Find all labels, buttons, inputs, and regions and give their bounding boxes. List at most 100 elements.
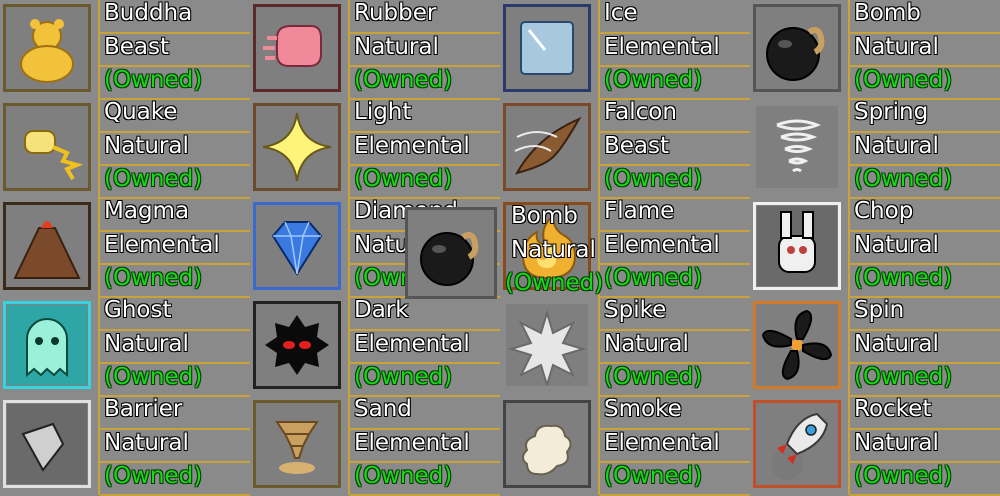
fruit-type: Natural xyxy=(604,331,689,357)
fruit-type: Elemental xyxy=(604,232,720,258)
quake-fist-icon xyxy=(3,103,91,191)
fruit-card[interactable]: Quake Natural (Owned) xyxy=(0,99,250,199)
fruit-card[interactable]: Dark Elemental (Owned) xyxy=(250,297,500,397)
barrier-icon xyxy=(3,400,91,488)
fruit-type: Natural xyxy=(854,430,939,456)
fruit-type: Natural xyxy=(104,430,189,456)
card-divider xyxy=(848,0,850,99)
fruit-type: Natural xyxy=(104,331,189,357)
rocket-icon xyxy=(753,400,841,488)
fruit-card[interactable]: Spring Natural (Owned) xyxy=(750,99,1000,199)
fruit-name: Spring xyxy=(854,99,929,125)
fruit-name: Sand xyxy=(354,396,412,422)
fruit-card[interactable]: Chop Natural (Owned) xyxy=(750,198,1000,298)
fruit-name: Falcon xyxy=(604,99,677,125)
bomb-icon xyxy=(405,207,497,299)
owned-status: (Owned) xyxy=(854,265,953,291)
fruit-type: Elemental xyxy=(354,331,470,357)
fruit-name: Dark xyxy=(354,297,409,323)
propeller-icon xyxy=(753,301,841,389)
owned-status: (Owned) xyxy=(854,463,953,489)
spring-icon xyxy=(753,103,841,191)
owned-status: (Owned) xyxy=(104,364,203,390)
fruit-name: Spin xyxy=(854,297,905,323)
owned-status: (Owned) xyxy=(104,166,203,192)
owned-status: (Owned) xyxy=(604,265,703,291)
fruit-card[interactable]: Sand Elemental (Owned) xyxy=(250,396,500,496)
card-divider xyxy=(98,99,100,198)
owned-status: (Owned) xyxy=(354,166,453,192)
fruit-card[interactable]: Rocket Natural (Owned) xyxy=(750,396,1000,496)
card-divider xyxy=(348,396,350,495)
fruit-name: Bomb xyxy=(854,0,921,26)
inventory-column-4: Bomb Natural (Owned) Spring Natural (Owned) Ch… xyxy=(750,0,1000,496)
fruit-name: Magma xyxy=(104,198,190,224)
smoke-icon xyxy=(503,400,591,488)
card-divider xyxy=(348,0,350,99)
wing-icon xyxy=(503,103,591,191)
inventory-column-1: Buddha Beast (Owned) Quake Natural (Owned) Mag… xyxy=(0,0,250,496)
fruit-type: Natural xyxy=(854,331,939,357)
chop-hand-icon xyxy=(753,202,841,290)
fruit-card[interactable]: Barrier Natural (Owned) xyxy=(0,396,250,496)
fruit-type: Natural xyxy=(354,34,439,60)
fruit-name: Flame xyxy=(604,198,675,224)
owned-status: (Owned) xyxy=(854,166,953,192)
owned-status: (Owned) xyxy=(354,67,453,93)
fruit-card[interactable]: Rubber Natural (Owned) xyxy=(250,0,500,100)
owned-status: (Owned) xyxy=(354,364,453,390)
fruit-type: Elemental xyxy=(604,34,720,60)
ghost-icon xyxy=(3,301,91,389)
fruit-card[interactable]: Bomb Natural (Owned) xyxy=(750,0,1000,100)
fruit-name: Ghost xyxy=(104,297,172,323)
owned-status: (Owned) xyxy=(354,463,453,489)
fruit-card[interactable]: Buddha Beast (Owned) xyxy=(0,0,250,100)
card-divider xyxy=(598,99,600,198)
card-divider xyxy=(98,0,100,99)
fruit-type: Beast xyxy=(104,34,170,60)
fruit-type: Elemental xyxy=(104,232,220,258)
fruit-card[interactable]: Falcon Beast (Owned) xyxy=(500,99,750,199)
fruit-name: Chop xyxy=(854,198,914,224)
fruit-type: Beast xyxy=(604,133,670,159)
fruit-name: Barrier xyxy=(104,396,183,422)
card-divider xyxy=(848,198,850,297)
fruit-card[interactable]: Light Elemental (Owned) xyxy=(250,99,500,199)
sand-tornado-icon xyxy=(253,400,341,488)
fruit-card[interactable]: Ghost Natural (Owned) xyxy=(0,297,250,397)
drag-preview-card[interactable]: Bomb Natural (Owned) xyxy=(405,203,607,302)
card-divider xyxy=(98,297,100,396)
card-divider xyxy=(598,396,600,495)
fruit-card[interactable]: Magma Elemental (Owned) xyxy=(0,198,250,298)
owned-status: (Owned) xyxy=(604,364,703,390)
fruit-card[interactable]: Spike Natural (Owned) xyxy=(500,297,750,397)
owned-status: (Owned) xyxy=(604,463,703,489)
card-divider xyxy=(98,198,100,297)
owned-status: (Owned) xyxy=(104,463,203,489)
diamond-icon xyxy=(253,202,341,290)
bomb-icon xyxy=(753,4,841,92)
ice-cube-icon xyxy=(503,4,591,92)
fruit-type: Elemental xyxy=(604,430,720,456)
star-sparkle-icon xyxy=(253,103,341,191)
card-divider xyxy=(348,198,350,297)
card-divider xyxy=(598,0,600,99)
fruit-card[interactable]: Ice Elemental (Owned) xyxy=(500,0,750,100)
fruit-type: Natural xyxy=(854,133,939,159)
owned-status: (Owned) xyxy=(104,67,203,93)
fruit-type: Natural xyxy=(104,133,189,159)
fruit-name: Rubber xyxy=(354,0,437,26)
drag-preview-name: Bomb xyxy=(511,203,578,229)
card-divider xyxy=(98,396,100,495)
fruit-name: Ice xyxy=(604,0,638,26)
fruit-card[interactable]: Spin Natural (Owned) xyxy=(750,297,1000,397)
fruit-name: Smoke xyxy=(604,396,682,422)
fruit-type: Natural xyxy=(854,34,939,60)
owned-status: (Owned) xyxy=(104,265,203,291)
fruit-name: Spike xyxy=(604,297,667,323)
spike-burst-icon xyxy=(503,301,591,389)
card-divider xyxy=(848,396,850,495)
dark-blob-icon xyxy=(253,301,341,389)
card-divider xyxy=(598,297,600,396)
fruit-card[interactable]: Smoke Elemental (Owned) xyxy=(500,396,750,496)
